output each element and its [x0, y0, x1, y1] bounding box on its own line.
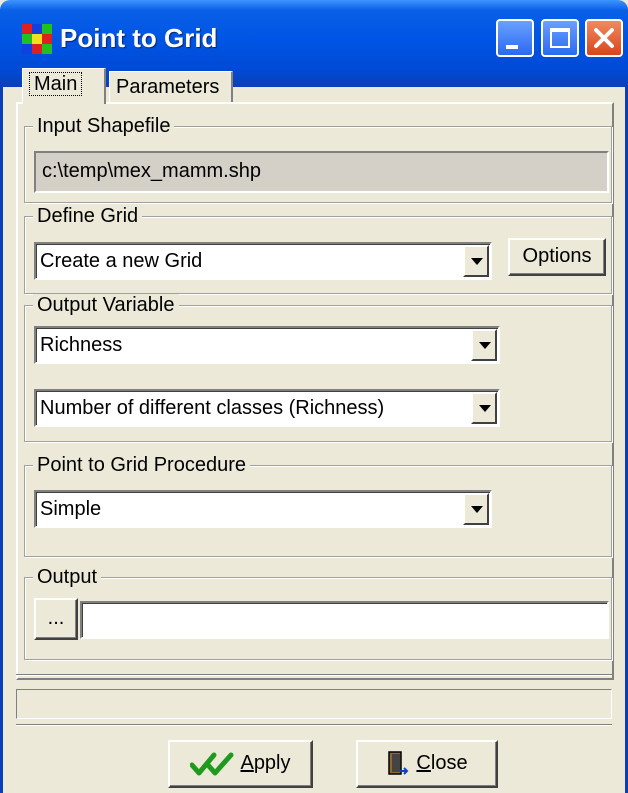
maximize-icon — [550, 28, 570, 48]
tab-main[interactable]: Main — [22, 68, 106, 104]
chevron-down-icon[interactable] — [471, 392, 497, 424]
apply-label: pply — [253, 752, 291, 774]
chevron-down-icon[interactable] — [463, 245, 489, 277]
close-label: lose — [430, 752, 468, 774]
procedure-selected: Simple — [40, 498, 102, 520]
maximize-button[interactable] — [541, 19, 579, 57]
output-variable-select[interactable]: Richness — [34, 326, 500, 364]
input-shapefile-field: c:\temp\mex_mamm.shp — [34, 151, 609, 193]
input-shapefile-legend: Input Shapefile — [33, 115, 175, 138]
apply-button[interactable]: Apply — [168, 740, 313, 788]
tab-parameters-label: Parameters — [116, 76, 220, 98]
procedure-legend: Point to Grid Procedure — [33, 454, 250, 477]
define-grid-legend: Define Grid — [33, 205, 143, 228]
output-variable-selected: Richness — [40, 334, 123, 356]
output-variable-legend: Output Variable — [33, 294, 179, 317]
richness-method-select[interactable]: Number of different classes (Richness) — [34, 389, 500, 427]
separator — [16, 724, 612, 726]
chevron-down-icon[interactable] — [471, 329, 497, 361]
window-title: Point to Grid — [60, 23, 218, 53]
close-mnemonic: C — [416, 752, 431, 774]
tab-main-label: Main — [29, 72, 83, 96]
tab-parameters[interactable]: Parameters — [109, 71, 233, 102]
apply-mnemonic: A — [240, 752, 254, 774]
close-button[interactable]: Close — [356, 740, 498, 788]
status-bar — [16, 689, 612, 719]
grid-app-icon — [22, 24, 52, 54]
output-legend: Output — [33, 566, 102, 589]
define-grid-selected: Create a new Grid — [40, 250, 203, 272]
output-path-input[interactable] — [80, 601, 609, 639]
richness-method-selected: Number of different classes (Richness) — [40, 397, 385, 419]
close-icon — [594, 28, 614, 48]
close-window-button[interactable] — [585, 19, 623, 57]
separator — [16, 674, 612, 676]
minimize-button[interactable] — [496, 19, 534, 57]
define-grid-select[interactable]: Create a new Grid — [34, 242, 492, 280]
procedure-select[interactable]: Simple — [34, 490, 492, 528]
options-button[interactable]: Options — [508, 238, 606, 276]
double-check-icon — [189, 752, 234, 776]
browse-output-button[interactable]: ... — [34, 598, 78, 640]
exit-door-icon — [388, 750, 409, 775]
minimize-icon — [506, 45, 518, 49]
chevron-down-icon[interactable] — [463, 493, 489, 525]
